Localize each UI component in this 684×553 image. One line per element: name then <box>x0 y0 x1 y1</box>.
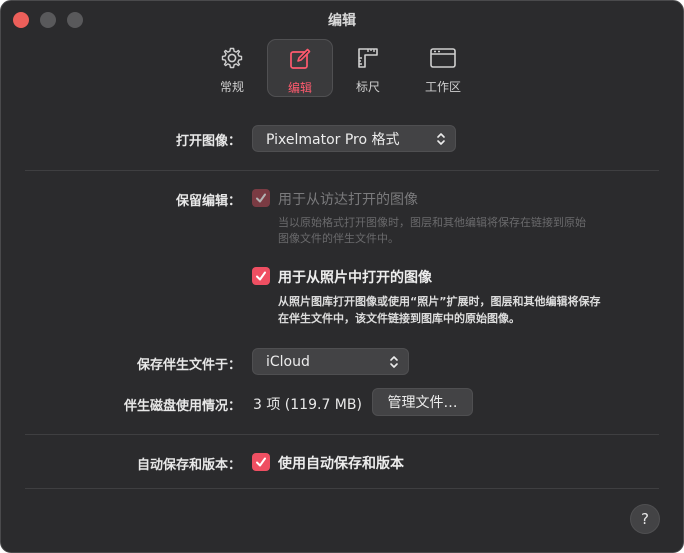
tab-label-edit: 编辑 <box>287 81 312 95</box>
divider <box>25 170 659 171</box>
photos-description-line1: 从照片图库打开图像或使用“照片”扩展时，图层和其他编辑将保存 <box>278 295 601 308</box>
workspace-window-icon <box>429 39 457 73</box>
sidecar-usage-value: 3 项 (119.7 MB) <box>253 397 362 413</box>
divider <box>25 488 659 489</box>
chevron-up-down-icon <box>390 356 398 368</box>
help-button[interactable]: ? <box>630 504 660 534</box>
ruler-icon <box>356 39 380 73</box>
window-title: 编辑 <box>328 13 356 29</box>
sidecar-usage-label: 伴生磁盘使用情况： <box>123 399 241 414</box>
checkmark-icon <box>256 271 266 281</box>
tab-general[interactable]: 常规 <box>199 39 265 97</box>
autosave-checkbox[interactable] <box>252 453 270 471</box>
gear-icon <box>220 39 244 73</box>
tab-label-general: 常规 <box>219 80 244 94</box>
photos-description-line2: 在伴生文件中，该文件链接到图库中的原始图像。 <box>278 312 520 325</box>
finder-description-line2: 图像文件的伴生文件中。 <box>278 232 399 245</box>
photos-images-checkbox[interactable] <box>252 267 270 285</box>
sidecar-save-label: 保存伴生文件于： <box>136 358 241 373</box>
autosave-label: 自动保存和版本： <box>136 458 241 473</box>
checkmark-icon <box>256 457 266 467</box>
tab-label-rulers: 标尺 <box>355 80 380 94</box>
preserve-edits-label: 保留编辑： <box>175 194 241 209</box>
manage-files-button[interactable]: 管理文件… <box>372 388 473 416</box>
tab-rulers[interactable]: 标尺 <box>335 39 401 97</box>
preferences-window: 编辑 常规 编辑 标尺 工作区 打开图像： Pixelmator Pro 格式 … <box>0 0 684 553</box>
chevron-up-down-icon <box>437 133 445 145</box>
open-image-value: Pixelmator Pro 格式 <box>266 131 400 148</box>
sidecar-location-value: iCloud <box>266 353 310 370</box>
photos-images-label: 用于从照片中打开的图像 <box>278 270 432 286</box>
divider <box>25 434 659 435</box>
tab-edit[interactable]: 编辑 <box>267 39 333 97</box>
finder-description-line1: 当以原始格式打开图像时，图层和其他编辑将保存在链接到原始 <box>278 216 586 229</box>
open-image-label: 打开图像： <box>175 134 241 149</box>
checkmark-icon <box>256 193 266 203</box>
sidecar-location-popup[interactable]: iCloud <box>252 348 409 375</box>
open-image-popup[interactable]: Pixelmator Pro 格式 <box>252 125 456 152</box>
autosave-checkbox-label: 使用自动保存和版本 <box>278 456 404 472</box>
edit-square-icon <box>288 40 312 74</box>
tab-label-workspace: 工作区 <box>424 80 461 94</box>
finder-images-label: 用于从访达打开的图像 <box>278 192 418 208</box>
tab-workspace[interactable]: 工作区 <box>410 39 476 97</box>
finder-images-checkbox[interactable] <box>252 189 270 207</box>
